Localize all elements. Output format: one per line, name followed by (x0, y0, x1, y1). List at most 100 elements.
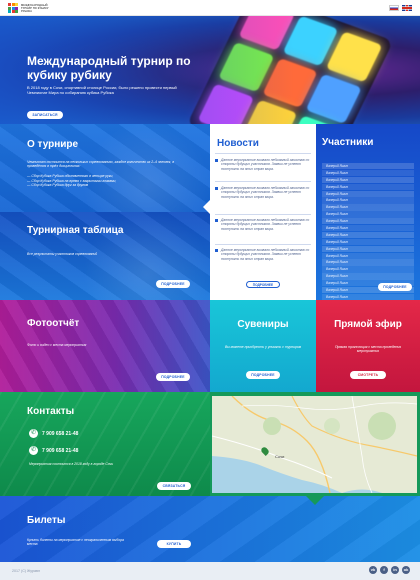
contacts-text: Мероприятия состоится в 2018 году в горо… (29, 462, 114, 466)
map-section: Сочи (210, 392, 420, 496)
news-item-text: Данное мероприятие вызвало небывалый ажи… (221, 218, 310, 231)
contact-button[interactable]: СВЯЗАТЬСЯ (157, 482, 191, 490)
souvenirs-title: Сувениры (237, 319, 289, 330)
participant-row[interactable]: Валерий Яшин (322, 266, 414, 273)
cube-tile (261, 57, 319, 109)
participant-row[interactable]: Валерий Яшин (322, 169, 414, 177)
participant-row[interactable]: Валерий Яшин (322, 190, 414, 197)
cube-tile (326, 31, 383, 83)
participant-row[interactable]: Валерий Яшин (322, 218, 414, 225)
phone-number: 7 909 658 21-48 (42, 447, 79, 454)
cube-tile (282, 16, 339, 67)
cube-tile (197, 83, 254, 124)
bullet-icon (215, 158, 218, 162)
divider (215, 181, 311, 182)
participant-row[interactable]: Валерий Яшин (322, 197, 414, 204)
map-graphic (212, 396, 417, 493)
participant-row[interactable]: Валерий Яшин (322, 211, 414, 218)
buy-button[interactable]: КУПИТЬ (157, 540, 191, 548)
logo-line: РУБИКА (21, 9, 33, 13)
photo-text: Фото и видео с места мероприятия (27, 343, 87, 347)
site-footer: 2017 (C) Журавл vk f in ok (0, 562, 420, 580)
participant-row[interactable]: Валерий Яшин (322, 273, 414, 280)
cube-tile (285, 115, 342, 124)
flag-en-icon[interactable] (402, 5, 412, 11)
participant-row[interactable]: Валерий Яшин (322, 163, 414, 170)
live-title: Прямой эфир (334, 319, 402, 330)
signup-button[interactable]: ЗАПИСАТЬСЯ (27, 111, 63, 119)
live-section: Прямой эфир Прямая трансляция с места пр… (316, 300, 420, 392)
site-header: МЕЖДУНАРОДНЫЙ ТУРНИР ПО КУБИКУ РУБИКА (0, 0, 420, 16)
news-item[interactable]: Данное мероприятие вызвало небывалый ажи… (215, 158, 311, 171)
cube-tile (218, 41, 275, 93)
tickets-title: Билеты (27, 515, 66, 526)
watch-button[interactable]: СМОТРЕТЬ (350, 371, 386, 379)
divider (215, 153, 311, 154)
social-links: vk f in ok (369, 566, 410, 574)
news-item-text: Данное мероприятие вызвало небывалый ажи… (221, 186, 310, 199)
news-item[interactable]: Данное мероприятие вызвало небывалый ажи… (215, 186, 311, 199)
souvenirs-more-button[interactable]: ПОДРОБНЕЕ (246, 371, 280, 379)
standings-more-button[interactable]: ПОДРОБНЕЕ (156, 280, 190, 288)
hero-title: Международный турнир по кубику рубику (27, 54, 191, 82)
logo-text: МЕЖДУНАРОДНЫЙ ТУРНИР ПО КУБИКУ РУБИКА (21, 4, 49, 13)
language-switcher (389, 5, 412, 11)
news-title: Новости (217, 138, 259, 149)
participants-more-button[interactable]: ПОДРОБНЕЕ (378, 283, 412, 291)
hero-text: В 2018 году в Сочи, спортивной столице Р… (27, 85, 177, 95)
participants-title: Участники (322, 137, 374, 148)
bullet-icon (215, 186, 218, 190)
participant-row[interactable]: Валерий Яшин (322, 252, 414, 259)
participant-row[interactable]: Валерий Яшин (322, 245, 414, 252)
news-more-button[interactable]: ПОДРОБНЕЕ (246, 281, 280, 288)
tickets-section: Билеты Купить билеты на мероприятие с не… (0, 496, 420, 562)
phone-number: 7 909 658 21-48 (42, 430, 79, 437)
contacts-title: Контакты (27, 406, 75, 417)
live-text: Прямая трансляция с места проведения мер… (334, 345, 402, 354)
about-text: Чемпионат состоится на нескольких соревн… (27, 160, 175, 169)
standings-title: Турнирная таблица (27, 225, 124, 236)
phone-icon: ✆ (29, 446, 38, 455)
divider (215, 214, 311, 215)
logo-cell (15, 10, 18, 13)
news-item[interactable]: Данное мероприятие вызвало небывалый ажи… (215, 218, 311, 231)
bullet-icon (215, 218, 218, 222)
divider (215, 244, 311, 245)
phone-icon: ✆ (29, 429, 38, 438)
odnoklassniki-icon[interactable]: ok (402, 566, 410, 574)
news-item[interactable]: Данное мероприятие вызвало небывалый ажи… (215, 248, 311, 261)
participant-row[interactable]: Валерий Яшин (322, 183, 414, 190)
about-section: О турнире Чемпионат состоится на несколь… (0, 124, 210, 212)
facebook-icon[interactable]: f (380, 566, 388, 574)
photo-more-button[interactable]: ПОДРОБНЕЕ (156, 373, 190, 381)
logo[interactable]: МЕЖДУНАРОДНЫЙ ТУРНИР ПО КУБИКУ РУБИКА (8, 3, 49, 13)
news-section: Новости Данное мероприятие вызвало небыв… (210, 124, 316, 300)
participants-list: Валерий Яшин Валерий Яшин Валерий Яшин Вале… (322, 163, 414, 300)
phone-line[interactable]: ✆ 7 909 658 21-48 (29, 446, 78, 455)
participant-row[interactable]: Валерий Яшин (322, 259, 414, 266)
rubiks-cube-image (186, 16, 394, 124)
vk-icon[interactable]: vk (369, 566, 377, 574)
participant-row[interactable]: Валерий Яшин (322, 204, 414, 211)
participant-row[interactable]: Валерий Яшин (322, 231, 414, 239)
souvenirs-text: Вы можете приобрести у уникать с турниро… (224, 345, 302, 349)
logo-cube-icon (8, 3, 18, 13)
phone-line[interactable]: ✆ 7 909 658 21-48 (29, 429, 78, 438)
participant-row[interactable]: Валерий Яшин (322, 225, 414, 232)
participant-row[interactable]: Валерий Яшин (322, 238, 414, 246)
news-item-text: Данное мероприятие вызвало небывалый ажи… (221, 248, 310, 261)
standings-text: Все результаты участников соревнований (27, 252, 98, 256)
section-notch (203, 200, 210, 214)
linkedin-icon[interactable]: in (391, 566, 399, 574)
map[interactable]: Сочи (212, 396, 417, 493)
tickets-text: Купить билеты на мероприятие с неогранич… (27, 538, 124, 547)
flag-ru-icon[interactable] (389, 5, 399, 11)
cube-tile (305, 73, 362, 124)
about-item: — Сбор Кубика Рубика друг за другом (27, 183, 89, 187)
cube-tile (238, 16, 295, 51)
participant-row[interactable]: Валерий Яшин (322, 176, 414, 184)
hero-section: Международный турнир по кубику рубику В … (0, 16, 420, 124)
photo-section: Фотоотчёт Фото и видео с места мероприят… (0, 300, 210, 392)
participants-section: Участники Валерий Яшин Валерий Яшин Валери… (316, 124, 420, 300)
contacts-section: Контакты ✆ 7 909 658 21-48 ✆ 7 909 658 2… (0, 392, 210, 496)
